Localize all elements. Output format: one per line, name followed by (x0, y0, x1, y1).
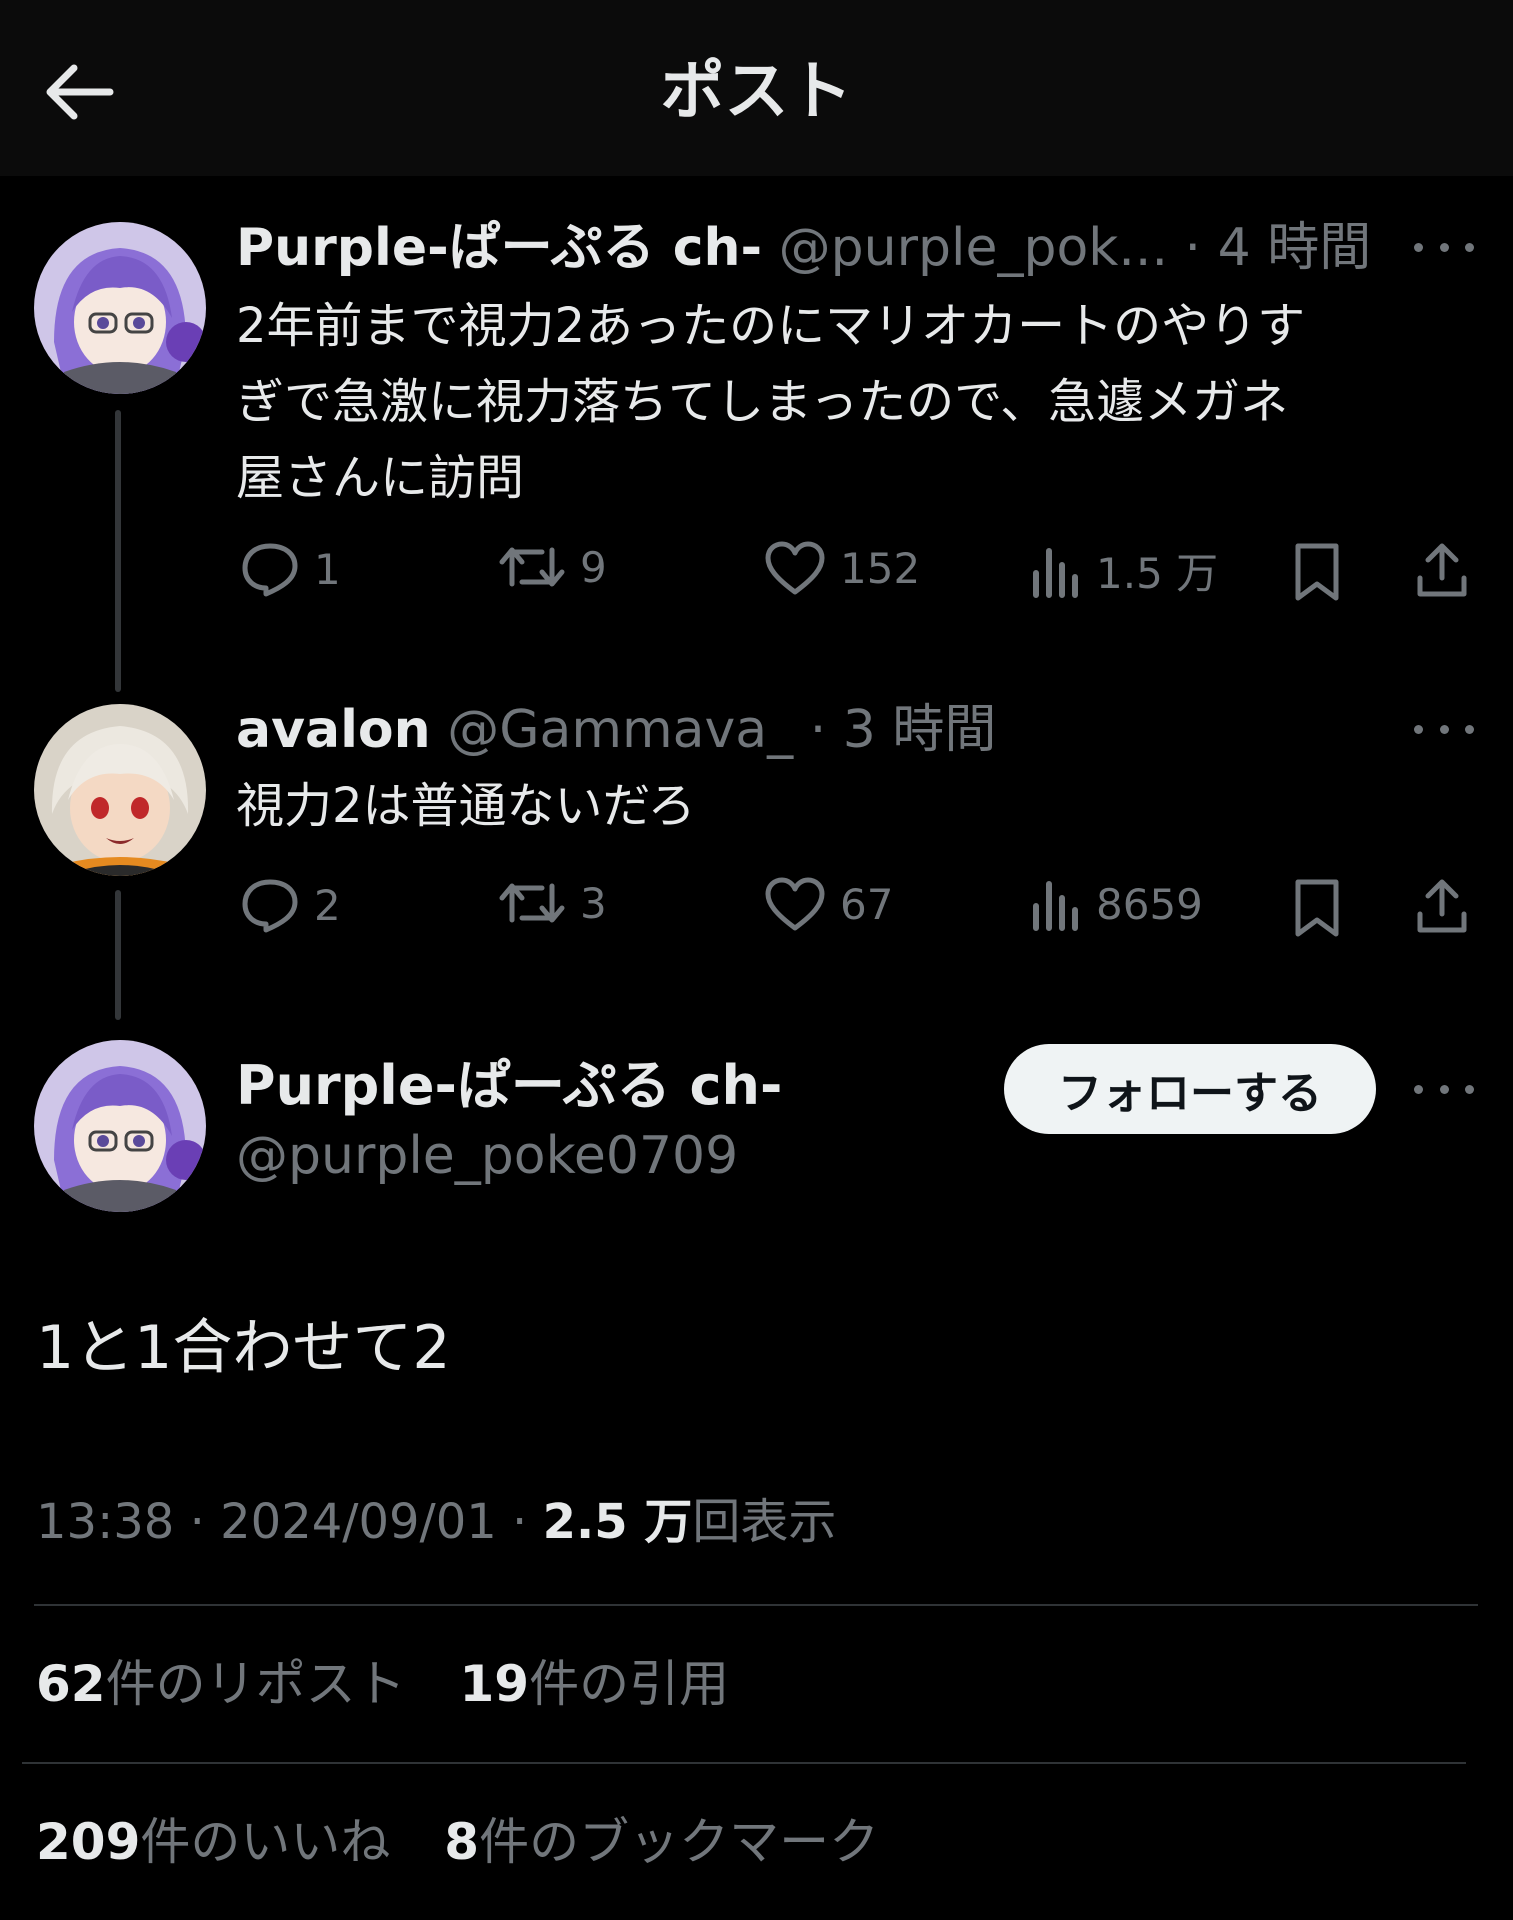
tweet-text: 2年前まで視力2あったのにマリオカートのやりす ぎで急激に視力落ちてしまったので… (236, 288, 1305, 516)
anime-avatar-purple-icon (34, 222, 206, 394)
views-label: 回表示 (692, 1494, 837, 1550)
likes-stat[interactable]: 209件のいいね (36, 1813, 390, 1871)
username[interactable]: @purple_poke0709 (236, 1124, 738, 1188)
tweet-header: avalon @Gammava_ · 3 時間 (236, 698, 996, 762)
share-button[interactable] (1414, 540, 1470, 600)
share-icon (1417, 543, 1467, 597)
bookmarks-stat[interactable]: 8件のブックマーク (444, 1813, 879, 1871)
avatar[interactable] (34, 222, 206, 394)
more-icon (1414, 724, 1423, 734)
quotes-stat[interactable]: 19件の引用 (460, 1655, 730, 1713)
reply-icon (242, 543, 298, 597)
engagement-stats: 209件のいいね 8件のブックマーク (36, 1810, 917, 1874)
tweet-text-line: ぎで急激に視力落ちてしまったので、急遽メガネ (236, 374, 1289, 430)
reposts-count: 62 (36, 1655, 106, 1713)
quotes-count: 19 (459, 1655, 530, 1713)
more-options-button[interactable] (1414, 714, 1474, 744)
more-icon (1414, 1084, 1423, 1094)
tweet-text-line: 2年前まで視力2あったのにマリオカートのやりす (236, 298, 1306, 354)
timestamp[interactable]: 3 時間 (843, 700, 997, 760)
tweet-meta: 13:38 · 2024/09/01 · 2.5 万回表示 (36, 1490, 836, 1554)
separator-dot: · (809, 700, 827, 760)
engagement-stats: 62件のリポスト 19件の引用 (36, 1652, 767, 1716)
likes-count: 209 (36, 1813, 141, 1871)
separator-dot: · (512, 1494, 528, 1550)
page-title: ポスト (660, 55, 853, 129)
views-count: 1.5 万 (1096, 549, 1219, 598)
repost-count: 3 (580, 878, 607, 928)
display-name[interactable]: Purple-ぱーぷる ch- (236, 1054, 782, 1118)
bookmark-button[interactable] (1294, 878, 1340, 938)
heart-icon (765, 541, 825, 595)
thread-line (115, 890, 121, 1020)
bookmarks-count: 8 (444, 1813, 480, 1871)
display-name[interactable]: avalon (236, 700, 431, 760)
reposts-label: 件のリポスト (105, 1655, 406, 1713)
username[interactable]: @purple_pok... (779, 218, 1168, 278)
reply-button[interactable]: 2 (240, 876, 341, 934)
views-count: 8659 (1096, 879, 1203, 929)
divider (22, 1762, 1466, 1764)
bookmark-icon (1295, 543, 1339, 601)
more-options-button[interactable] (1414, 232, 1474, 262)
timestamp[interactable]: 13:38 (36, 1494, 174, 1550)
likes-label: 件のいいね (140, 1813, 391, 1871)
share-button[interactable] (1414, 876, 1470, 936)
heart-icon (765, 877, 825, 931)
repost-icon (499, 547, 565, 587)
anime-avatar-white-hair-icon (34, 704, 206, 876)
reply-button[interactable]: 1 (240, 540, 341, 598)
views-button[interactable]: 1.5 万 (1030, 540, 1218, 601)
follow-button[interactable]: フォローする (1004, 1044, 1376, 1134)
like-button[interactable]: 67 (764, 876, 893, 932)
username[interactable]: @Gammava_ (447, 700, 793, 760)
like-count: 67 (840, 879, 894, 929)
like-button[interactable]: 152 (764, 540, 920, 596)
quotes-label: 件の引用 (529, 1655, 730, 1713)
analytics-icon (1033, 547, 1078, 598)
more-options-button[interactable] (1414, 1074, 1474, 1104)
views-button[interactable]: 8659 (1030, 876, 1203, 932)
more-icon (1414, 242, 1423, 252)
tweet-text-line: 視力2は普通ないだろ (236, 778, 696, 834)
separator-dot: · (189, 1494, 205, 1550)
timestamp[interactable]: 4 時間 (1218, 218, 1372, 278)
reposts-stat[interactable]: 62件のリポスト (36, 1655, 406, 1713)
repost-button[interactable]: 9 (498, 540, 607, 594)
reply-count: 2 (314, 880, 341, 930)
top-bar: ポスト (0, 0, 1513, 176)
thread-line (115, 410, 121, 692)
repost-count: 9 (580, 542, 607, 592)
repost-button[interactable]: 3 (498, 876, 607, 930)
share-icon (1417, 879, 1467, 933)
views-count[interactable]: 2.5 万 (543, 1494, 693, 1550)
date[interactable]: 2024/09/01 (220, 1494, 497, 1550)
separator-dot: · (1184, 218, 1202, 278)
anime-avatar-purple-icon (34, 1040, 206, 1212)
bookmarks-label: 件のブックマーク (479, 1813, 880, 1871)
repost-icon (499, 883, 565, 923)
tweet-text: 1と1合わせて2 (36, 1313, 451, 1383)
reply-icon (242, 879, 298, 933)
avatar[interactable] (34, 704, 206, 876)
like-count: 152 (840, 543, 921, 593)
avatar[interactable] (34, 1040, 206, 1212)
analytics-icon (1033, 881, 1078, 931)
tweet-text-line: 屋さんに訪問 (236, 450, 525, 506)
divider (34, 1604, 1478, 1606)
reply-count: 1 (314, 544, 341, 594)
bookmark-icon (1295, 879, 1339, 937)
bookmark-button[interactable] (1294, 542, 1340, 602)
tweet-header: Purple-ぱーぷる ch- @purple_pok... · 4 時間 (236, 216, 1371, 280)
display-name[interactable]: Purple-ぱーぷる ch- (236, 218, 762, 278)
tweet-text: 視力2は普通ないだろ (236, 768, 696, 844)
